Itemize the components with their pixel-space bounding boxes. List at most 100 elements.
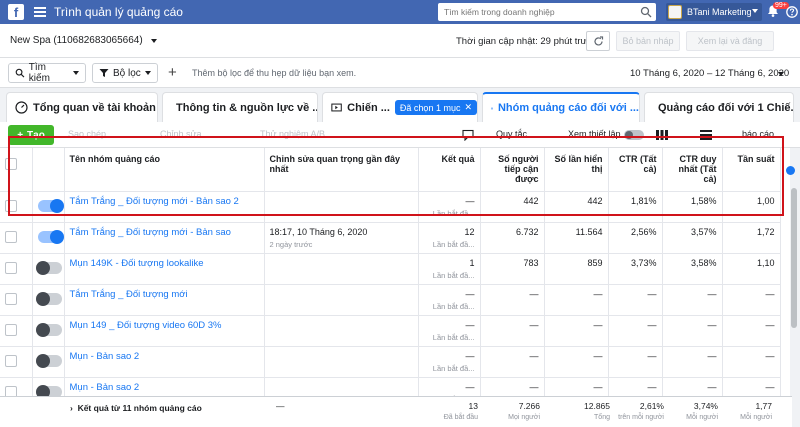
chevron-down-icon <box>73 71 79 75</box>
filter-icon <box>99 69 109 77</box>
account-avatar <box>668 5 682 19</box>
tab-campaigns[interactable]: Chiến ... Đã chọn 1 mục ✕ <box>322 92 478 122</box>
recent-edit-sub: 2 ngày trước <box>269 239 313 249</box>
filter-button[interactable]: Bộ lọc <box>92 63 158 83</box>
menu-icon[interactable] <box>34 7 46 17</box>
col-header-recent-edit[interactable]: Chỉnh sửa quan trọng gần đây nhất <box>264 148 419 192</box>
unique-ctr-cell: 1,58% <box>662 191 723 223</box>
ad-account-selector[interactable]: New Spa (110682683065664) <box>10 35 157 46</box>
row-checkbox[interactable] <box>5 199 17 212</box>
filter-hint[interactable]: Thêm bộ lọc để thu hẹp dữ liệu bạn xem. <box>192 68 356 78</box>
duplicate-button[interactable]: Sao chép <box>68 129 106 139</box>
col-header-frequency[interactable]: Tần suất <box>722 148 781 192</box>
table-row[interactable]: Mụn - Bản sao 2—Lần bắt đầ...————— <box>0 346 781 378</box>
table-row[interactable]: Tắm Trắng _ Đối tượng mới - Bản sao 18:17… <box>0 222 781 254</box>
row-checkbox[interactable] <box>5 354 17 367</box>
folder-icon <box>331 103 342 112</box>
chevron-down-icon[interactable] <box>778 72 784 76</box>
help-icon[interactable] <box>786 6 798 18</box>
reach-cell: — <box>480 284 545 316</box>
summary-ctr-sub: trên mỗi người <box>618 414 664 421</box>
row-checkbox[interactable] <box>5 323 17 336</box>
filter-bar: Tìm kiếm Bộ lọc + Thêm bộ lọc để thu hẹp… <box>0 58 800 88</box>
summary-frequency: 1,77 Mỗi người <box>722 401 772 421</box>
search-icon[interactable] <box>640 6 652 18</box>
business-search-input[interactable] <box>444 7 634 17</box>
selected-chip[interactable]: Đã chọn 1 mục ✕ <box>394 100 477 115</box>
row-toggle-cell <box>32 222 65 254</box>
col-header-unique-ctr[interactable]: CTR duy nhất (Tất cả) <box>662 148 723 192</box>
ad-set-status-toggle[interactable] <box>35 260 62 275</box>
account-switcher[interactable]: BTani Marketing <box>666 3 762 21</box>
business-search[interactable] <box>438 3 656 21</box>
ad-set-status-toggle[interactable] <box>35 353 62 368</box>
impressions-cell: — <box>544 315 609 347</box>
tab-ads[interactable]: Quảng cáo đối với 1 Chiế... <box>644 92 794 122</box>
table-row[interactable]: Mụn 149K - Đối tượng lookalike 1 Lần bắt đ… <box>0 253 781 285</box>
ad-set-name[interactable]: Tắm Trắng _ Đối tượng mới <box>64 284 265 316</box>
row-checkbox[interactable] <box>5 230 17 243</box>
reach-cell: — <box>480 315 545 347</box>
rules-button[interactable]: Quy tắc <box>496 129 527 139</box>
ad-set-status-toggle[interactable] <box>37 229 64 244</box>
ad-account-name: New Spa (110682683065664) <box>10 35 143 46</box>
ad-set-name[interactable]: Mụn 149K - Đối tượng lookalike <box>64 253 265 285</box>
ad-set-status-toggle[interactable] <box>35 291 62 306</box>
ad-set-name[interactable]: Tắm Trắng _ Đối tượng mới - Bản sao 2 <box>64 191 265 223</box>
select-all-checkbox[interactable] <box>5 158 17 170</box>
refresh-button[interactable] <box>586 31 610 51</box>
col-header-impressions[interactable]: Số lần hiển thị <box>544 148 609 192</box>
tab-label: Chiến ... <box>347 101 390 114</box>
vertical-scrollbar[interactable] <box>790 148 798 398</box>
view-setup-toggle[interactable] <box>624 130 644 140</box>
col-header-name[interactable]: Tên nhóm quảng cáo <box>64 148 265 192</box>
results-value: — <box>465 381 475 392</box>
toggle-knob <box>35 260 50 275</box>
summary-unique-ctr-sub: Mỗi người <box>686 414 718 421</box>
summary-impressions-value: 12.865 <box>584 401 610 411</box>
date-range-picker[interactable]: 10 Tháng 6, 2020 – 12 Tháng 6, 2020 <box>630 68 789 79</box>
columns-icon[interactable] <box>656 130 668 140</box>
row-checkbox[interactable] <box>5 261 17 274</box>
summary-label: › Kết quả từ 11 nhóm quảng cáo <box>70 403 202 413</box>
scroll-right-icon[interactable] <box>786 166 795 175</box>
table-row[interactable]: Tắm Trắng _ Đối tượng mới — Lần bắt đầ... —… <box>0 284 781 316</box>
create-button[interactable]: + Tạo <box>8 125 54 145</box>
col-header-ctr[interactable]: CTR (Tất cả) <box>608 148 663 192</box>
ad-set-status-toggle[interactable] <box>37 198 64 213</box>
table-row[interactable]: Tắm Trắng _ Đối tượng mới - Bản sao 2 — Lầ… <box>0 191 781 223</box>
comment-icon[interactable] <box>462 129 474 141</box>
review-publish-button[interactable]: Xem lại và đăng <box>686 31 774 51</box>
create-button-label: Tạo <box>27 129 45 141</box>
discard-draft-button[interactable]: Bỏ bản nháp <box>616 31 680 51</box>
search-button[interactable]: Tìm kiếm <box>8 62 86 84</box>
breakdown-icon[interactable] <box>700 130 712 140</box>
col-header-results[interactable]: Kết quả <box>418 148 481 192</box>
add-filter-icon[interactable]: + <box>168 64 177 81</box>
ad-set-status-toggle[interactable] <box>35 322 62 337</box>
close-icon[interactable]: ✕ <box>464 102 472 113</box>
summary-frequency-value: 1,77 <box>755 401 772 411</box>
row-select-cell <box>0 253 33 285</box>
results-cell: 12 Lần bắt đầ... <box>418 222 481 254</box>
tab-ad-sets[interactable]: Nhóm quảng cáo đối với ... <box>482 92 640 122</box>
scrollbar-thumb[interactable] <box>791 188 797 328</box>
row-checkbox[interactable] <box>5 292 17 305</box>
top-bar: f Trình quản lý quảng cáo BTani Marketin… <box>0 0 800 24</box>
ad-set-name[interactable]: Tắm Trắng _ Đối tượng mới - Bản sao <box>64 222 265 254</box>
tab-account-overview[interactable]: Tổng quan về tài khoản <box>6 92 158 122</box>
ab-test-button[interactable]: Thử nghiệm A/B <box>260 129 325 139</box>
expand-icon[interactable]: › <box>70 403 78 413</box>
table-row[interactable]: Mụn 149 _ Đối tượng video 60D 3% — Lần bắt… <box>0 315 781 347</box>
recent-edit-cell <box>264 315 419 347</box>
facebook-logo-icon[interactable]: f <box>8 4 24 20</box>
chevron-down-icon <box>144 71 151 75</box>
ad-set-name[interactable]: Mụn 149 _ Đối tượng video 60D 3% <box>64 315 265 347</box>
reach-cell: 442 <box>480 191 545 223</box>
edit-button[interactable]: Chỉnh sửa <box>160 129 202 139</box>
ad-set-name[interactable]: Mụn - Bản sao 2 <box>64 346 265 378</box>
reports-button[interactable]: báo cáo <box>742 129 774 139</box>
tab-insights-resources[interactable]: Thông tin & nguồn lực về ... <box>162 92 318 122</box>
table-header-row: Tên nhóm quảng cáo Chỉnh sửa quan trọng … <box>0 148 781 192</box>
col-header-reach[interactable]: Số người tiếp cận được <box>480 148 545 192</box>
